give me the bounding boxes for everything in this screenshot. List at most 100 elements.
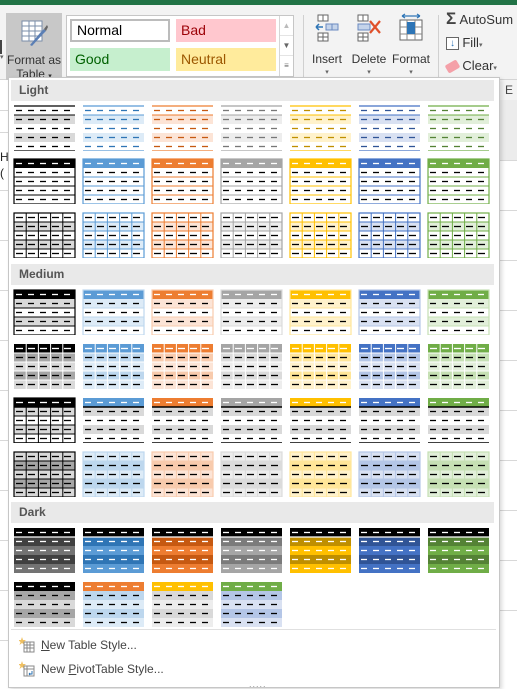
table-style-preview <box>14 344 75 389</box>
table-style-medium-5[interactable] <box>289 289 352 335</box>
gridline <box>0 290 8 291</box>
table-style-preview <box>83 344 144 389</box>
table-style-medium-23[interactable] <box>82 451 145 497</box>
table-style-dark-7[interactable] <box>427 527 490 573</box>
gridline <box>0 132 8 133</box>
gridline <box>500 360 517 361</box>
cell-style-bad[interactable]: Bad <box>176 19 276 42</box>
cell-style-good[interactable]: Good <box>70 48 170 71</box>
table-style-light-16[interactable] <box>82 212 145 258</box>
cell-style-neutral[interactable]: Neutral <box>176 48 276 71</box>
insert-button[interactable]: Insert ▾ <box>305 13 349 76</box>
delete-button[interactable]: Delete ▾ <box>347 13 391 76</box>
cell-style-normal[interactable]: Normal <box>70 19 170 42</box>
table-style-medium-17[interactable] <box>151 397 214 443</box>
table-style-medium-27[interactable] <box>358 451 421 497</box>
table-style-medium-12[interactable] <box>289 343 352 389</box>
table-style-light-21[interactable] <box>427 212 490 258</box>
table-style-medium-22[interactable] <box>13 451 76 497</box>
table-style-light-14[interactable] <box>427 158 490 204</box>
table-style-preview <box>289 158 352 204</box>
gridline <box>500 210 517 211</box>
table-style-dark-2[interactable] <box>82 527 145 573</box>
table-style-medium-21[interactable] <box>427 397 490 443</box>
table-style-preview <box>14 582 75 627</box>
table-style-preview <box>220 212 283 258</box>
table-style-medium-4[interactable] <box>220 289 283 335</box>
table-style-preview <box>151 212 214 258</box>
table-style-light-10[interactable] <box>151 158 214 204</box>
table-style-light-4[interactable] <box>220 105 283 151</box>
table-style-medium-25[interactable] <box>220 451 283 497</box>
table-style-preview <box>152 528 213 573</box>
autosum-button[interactable]: Σ AutoSum <box>446 10 513 28</box>
table-style-dark-10[interactable] <box>151 581 214 627</box>
cut-dropdown-arrow[interactable]: ▾ <box>0 53 4 61</box>
table-style-dark-6[interactable] <box>358 527 421 573</box>
table-style-light-17[interactable] <box>151 212 214 258</box>
new-pivottable-style-menu-item[interactable]: New PivotTable Style... <box>13 658 493 680</box>
table-style-preview <box>14 528 75 573</box>
table-style-medium-24[interactable] <box>151 451 214 497</box>
scroll-up-icon[interactable]: ▲ <box>280 16 293 36</box>
table-style-medium-15[interactable] <box>13 397 76 443</box>
group-separator <box>438 15 439 77</box>
table-style-light-1[interactable] <box>13 105 76 151</box>
more-styles-icon[interactable]: ≡ <box>280 56 293 76</box>
table-style-light-3[interactable] <box>151 105 214 151</box>
table-style-dark-1[interactable] <box>13 527 76 573</box>
table-style-preview <box>290 105 351 151</box>
table-style-preview <box>427 158 490 204</box>
format-button[interactable]: Format ▾ <box>389 13 433 76</box>
table-style-medium-2[interactable] <box>82 289 145 335</box>
table-style-medium-6[interactable] <box>358 289 421 335</box>
table-style-medium-8[interactable] <box>13 343 76 389</box>
table-style-light-11[interactable] <box>220 158 283 204</box>
scroll-down-icon[interactable]: ▼ <box>280 36 293 56</box>
table-style-dark-4[interactable] <box>220 527 283 573</box>
table-style-medium-9[interactable] <box>82 343 145 389</box>
table-style-dark-3[interactable] <box>151 527 214 573</box>
table-style-dark-8[interactable] <box>13 581 76 627</box>
table-style-medium-28[interactable] <box>427 451 490 497</box>
table-style-medium-10[interactable] <box>151 343 214 389</box>
clear-button[interactable]: Clear▾ <box>444 57 497 75</box>
new-table-style-menu-item[interactable]: New Table Style... <box>13 634 493 656</box>
fill-label: Fill <box>462 35 479 50</box>
table-style-light-5[interactable] <box>289 105 352 151</box>
table-style-medium-18[interactable] <box>220 397 283 443</box>
table-style-medium-3[interactable] <box>151 289 214 335</box>
table-style-light-19[interactable] <box>289 212 352 258</box>
table-style-dark-5[interactable] <box>289 527 352 573</box>
gridline <box>0 390 8 391</box>
table-style-preview <box>152 582 213 627</box>
table-style-preview <box>289 212 352 258</box>
table-style-light-18[interactable] <box>220 212 283 258</box>
table-style-light-13[interactable] <box>358 158 421 204</box>
table-style-light-2[interactable] <box>82 105 145 151</box>
table-style-medium-7[interactable] <box>427 289 490 335</box>
table-style-light-15[interactable] <box>13 212 76 258</box>
table-style-medium-19[interactable] <box>289 397 352 443</box>
table-style-medium-13[interactable] <box>358 343 421 389</box>
table-style-medium-26[interactable] <box>289 451 352 497</box>
table-style-light-12[interactable] <box>289 158 352 204</box>
table-style-preview <box>13 212 76 258</box>
table-style-light-7[interactable] <box>427 105 490 151</box>
format-as-table-button[interactable]: Format as Table ▾ <box>6 13 62 83</box>
table-style-preview <box>221 344 282 389</box>
table-style-medium-16[interactable] <box>82 397 145 443</box>
table-style-medium-14[interactable] <box>427 343 490 389</box>
table-style-light-9[interactable] <box>82 158 145 204</box>
table-style-medium-1[interactable] <box>13 289 76 335</box>
table-style-light-8[interactable] <box>13 158 76 204</box>
table-style-dark-9[interactable] <box>82 581 145 627</box>
table-style-light-20[interactable] <box>358 212 421 258</box>
table-style-medium-11[interactable] <box>220 343 283 389</box>
table-style-dark-11[interactable] <box>220 581 283 627</box>
fill-button[interactable]: ↓ Fill▾ <box>446 34 482 52</box>
group-separator <box>303 15 304 77</box>
gridline <box>0 640 8 641</box>
table-style-medium-20[interactable] <box>358 397 421 443</box>
table-style-light-6[interactable] <box>358 105 421 151</box>
